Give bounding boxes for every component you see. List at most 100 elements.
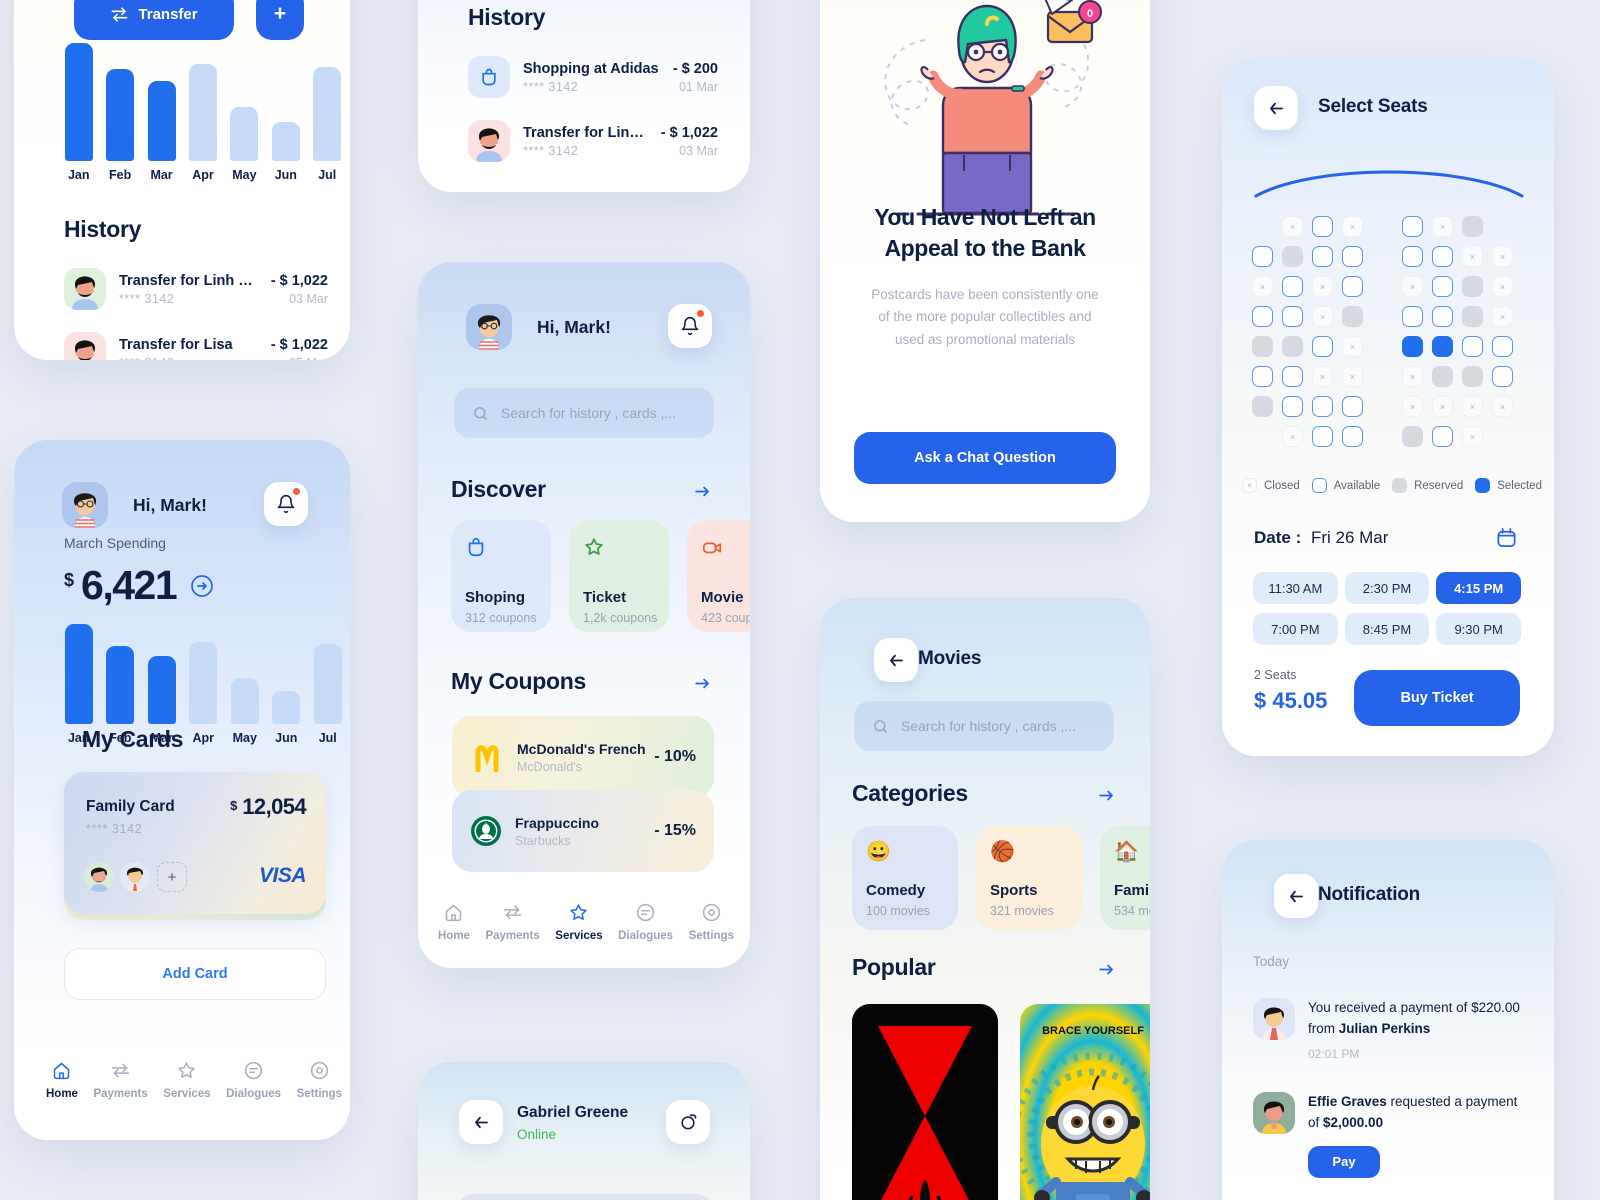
seat-4-8-available[interactable] xyxy=(1492,336,1513,357)
seat-2-1-available[interactable] xyxy=(1282,276,1303,297)
back-button[interactable] xyxy=(874,638,918,682)
seat-5-7-reserved[interactable] xyxy=(1462,366,1483,387)
seat-6-2-available[interactable] xyxy=(1312,396,1333,417)
discover-tile-ticket[interactable]: Ticket 1,2k coupons xyxy=(569,520,669,632)
seat-2-6-available[interactable] xyxy=(1432,276,1453,297)
popular-more-button[interactable] xyxy=(1097,960,1116,984)
back-button[interactable] xyxy=(1274,874,1318,918)
transfer-button[interactable]: Transfer xyxy=(74,0,234,40)
spending-details-button[interactable] xyxy=(190,574,214,603)
seat-2-3-available[interactable] xyxy=(1342,276,1363,297)
avatar[interactable] xyxy=(62,482,108,528)
category-tile-family[interactable]: 🏠 Family 534 movies xyxy=(1100,826,1150,930)
coupons-more-button[interactable] xyxy=(693,674,712,698)
seat-4-0-reserved[interactable] xyxy=(1252,336,1273,357)
transaction-date: 05 Mar xyxy=(271,356,328,361)
categories-more-button[interactable] xyxy=(1097,786,1116,810)
nav-item-settings[interactable]: Settings xyxy=(689,902,734,942)
seat-0-5-available[interactable] xyxy=(1402,216,1423,237)
coupon-item-1[interactable]: Frappuccino Starbucks - 15% xyxy=(452,790,714,872)
seat-4-1-reserved[interactable] xyxy=(1282,336,1303,357)
notification-item-0[interactable]: You received a payment of $220.00 from J… xyxy=(1253,998,1525,1061)
seat-4-7-available[interactable] xyxy=(1462,336,1483,357)
seat-4-2-available[interactable] xyxy=(1312,336,1333,357)
seat-4-5-selected[interactable] xyxy=(1402,336,1423,357)
seat-1-1-reserved[interactable] xyxy=(1282,246,1303,267)
calendar-button[interactable] xyxy=(1495,526,1518,554)
discover-tile-shoping[interactable]: Shoping 312 coupons xyxy=(451,520,551,632)
member-avatar-2[interactable] xyxy=(120,862,150,892)
seat-5-0-available[interactable] xyxy=(1252,366,1273,387)
seat-7-2-available[interactable] xyxy=(1312,426,1333,447)
discover-tile-movie[interactable]: Movie 423 coupons xyxy=(687,520,750,632)
seat-4-6-selected[interactable] xyxy=(1432,336,1453,357)
table-row[interactable]: Shopping at Adidas **** 3142 - $ 200 01 Mar xyxy=(468,56,718,98)
seat-2-7-reserved[interactable] xyxy=(1462,276,1483,297)
time-slot-1130am[interactable]: 11:30 AM xyxy=(1253,572,1338,604)
seat-1-0-available[interactable] xyxy=(1252,246,1273,267)
seat-3-0-available[interactable] xyxy=(1252,306,1273,327)
movies-search-input[interactable]: Search for history , cards ,... xyxy=(854,701,1114,751)
add-button[interactable]: + xyxy=(256,0,304,40)
seat-1-5-available[interactable] xyxy=(1402,246,1423,267)
seat-0-2-available[interactable] xyxy=(1312,216,1333,237)
search-input[interactable]: Search for history , cards ,... xyxy=(454,388,714,438)
seat-7-3-available[interactable] xyxy=(1342,426,1363,447)
nav-item-home[interactable]: Home xyxy=(46,1060,78,1100)
seat-3-6-available[interactable] xyxy=(1432,306,1453,327)
seat-6-0-reserved[interactable] xyxy=(1252,396,1273,417)
family-card[interactable]: Family Card **** 3142 $ 12,054 + VISA xyxy=(64,772,326,914)
movie-poster-1[interactable]: BRACE YOURSELF xyxy=(1020,1004,1150,1200)
seat-5-8-available[interactable] xyxy=(1492,366,1513,387)
nav-item-dialogues[interactable]: Dialogues xyxy=(618,902,673,942)
seat-5-6-reserved[interactable] xyxy=(1432,366,1453,387)
nav-item-home[interactable]: Home xyxy=(438,902,470,942)
nav-item-services[interactable]: Services xyxy=(163,1060,211,1100)
discover-more-button[interactable] xyxy=(693,482,712,506)
notification-item-1[interactable]: Effie Graves requested a payment of $2,0… xyxy=(1253,1092,1525,1178)
seat-6-3-available[interactable] xyxy=(1342,396,1363,417)
seat-1-2-available[interactable] xyxy=(1312,246,1333,267)
time-slot-415pm[interactable]: 4:15 PM xyxy=(1436,572,1521,604)
coupon-item-0[interactable]: McDonald's French McDonald's - 10% xyxy=(452,716,714,798)
pay-button[interactable]: Pay xyxy=(1308,1145,1380,1178)
table-row[interactable]: Transfer for Lisa **** 3142 - $ 1,022 05 Ma… xyxy=(64,332,328,360)
back-button[interactable] xyxy=(1254,86,1298,130)
seat-7-5-reserved[interactable] xyxy=(1402,426,1423,447)
seat-5-1-available[interactable] xyxy=(1282,366,1303,387)
seat-3-3-reserved[interactable] xyxy=(1342,306,1363,327)
seat-3-5-available[interactable] xyxy=(1402,306,1423,327)
category-tile-comedy[interactable]: 😀 Comedy 100 movies xyxy=(852,826,958,930)
seat-3-7-reserved[interactable] xyxy=(1462,306,1483,327)
time-slot-930pm[interactable]: 9:30 PM xyxy=(1436,613,1521,645)
member-avatar-1[interactable] xyxy=(84,862,114,892)
ask-chat-button[interactable]: Ask a Chat Question xyxy=(854,432,1116,484)
time-slot-230pm[interactable]: 2:30 PM xyxy=(1344,572,1430,604)
time-slot-700pm[interactable]: 7:00 PM xyxy=(1253,613,1338,645)
table-row[interactable]: Transfer for Linh Ng... **** 3142 - $ 1,02… xyxy=(64,268,328,310)
nav-item-payments[interactable]: Payments xyxy=(93,1060,148,1100)
notification-button[interactable] xyxy=(264,482,308,526)
nav-item-services[interactable]: Services xyxy=(555,902,603,942)
seat-3-1-available[interactable] xyxy=(1282,306,1303,327)
tile-name: Comedy xyxy=(866,882,926,899)
back-button[interactable] xyxy=(459,1100,503,1144)
add-card-button[interactable]: Add Card xyxy=(64,948,326,1000)
nav-item-dialogues[interactable]: Dialogues xyxy=(226,1060,281,1100)
movie-poster-0[interactable] xyxy=(852,1004,998,1200)
notification-button[interactable] xyxy=(668,304,712,348)
seat-1-3-available[interactable] xyxy=(1342,246,1363,267)
nav-item-payments[interactable]: Payments xyxy=(485,902,540,942)
seat-0-7-reserved[interactable] xyxy=(1462,216,1483,237)
table-row[interactable]: Transfer for Linh Ng... **** 3142 - $ 1,02… xyxy=(468,120,718,162)
seat-1-6-available[interactable] xyxy=(1432,246,1453,267)
call-button[interactable] xyxy=(666,1100,710,1144)
category-tile-sports[interactable]: 🏀 Sports 321 movies xyxy=(976,826,1082,930)
time-slot-845pm[interactable]: 8:45 PM xyxy=(1344,613,1430,645)
buy-ticket-button[interactable]: Buy Ticket xyxy=(1354,670,1520,726)
nav-item-settings[interactable]: Settings xyxy=(297,1060,342,1100)
avatar[interactable] xyxy=(466,304,512,350)
seat-7-6-available[interactable] xyxy=(1432,426,1453,447)
add-member-button[interactable]: + xyxy=(157,862,187,892)
seat-6-1-available[interactable] xyxy=(1282,396,1303,417)
